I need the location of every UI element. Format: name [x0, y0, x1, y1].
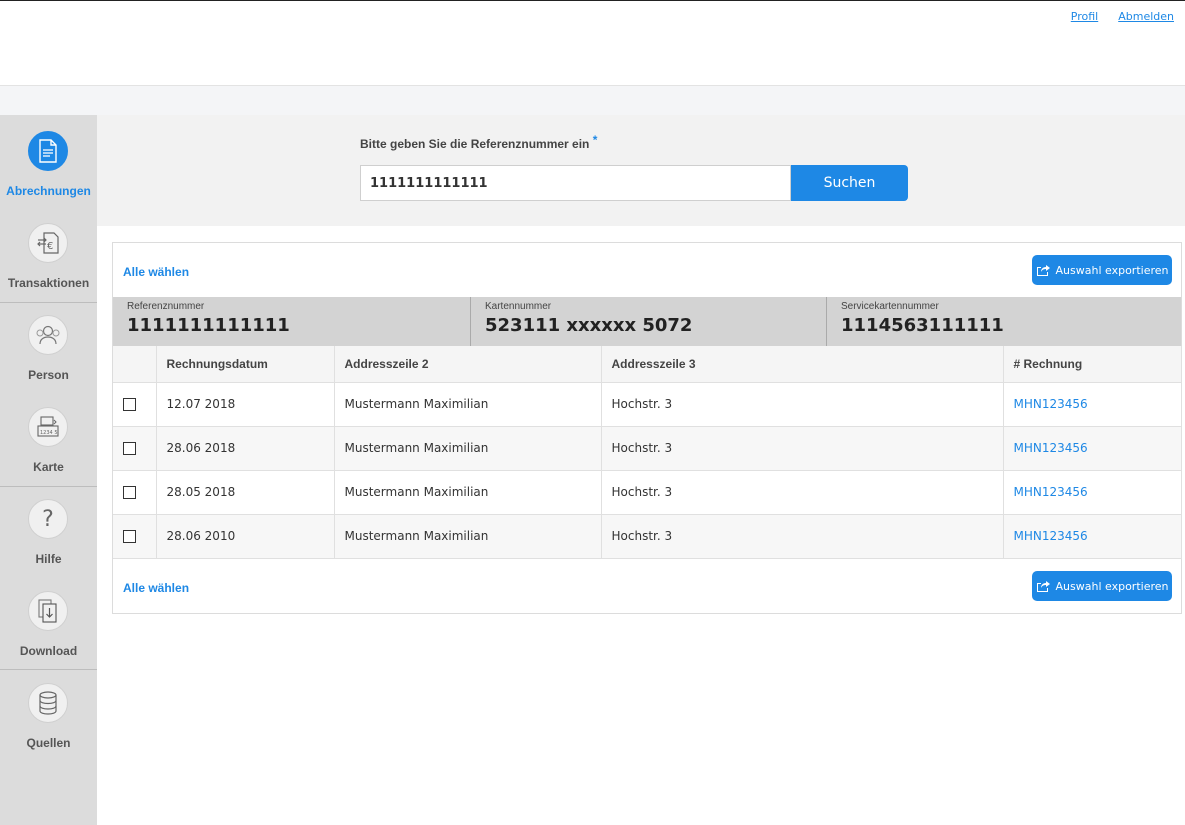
search-button[interactable]: Suchen: [791, 165, 908, 201]
export-selection-button-top[interactable]: Auswahl exportieren: [1032, 255, 1172, 285]
export-icon: [1036, 581, 1050, 592]
column-header-address2[interactable]: Addresszeile 2: [334, 346, 602, 383]
cell-address3: Hochstr. 3: [601, 426, 1004, 471]
profile-link[interactable]: Profil: [1071, 10, 1098, 23]
search-label: Bitte geben Sie die Referenznummer ein *: [360, 133, 597, 151]
card-icon: 1234 5: [28, 407, 68, 447]
sidebar-item-label: Quellen: [26, 736, 71, 750]
transactions-icon: €: [28, 223, 68, 263]
cell-address2: Mustermann Maximilian: [334, 382, 602, 427]
export-selection-button-bottom[interactable]: Auswahl exportieren: [1032, 571, 1172, 601]
cell-date: 28.06 2010: [156, 514, 335, 559]
reference-info: Referenznummer 1111111111111: [113, 297, 470, 346]
row-checkbox[interactable]: [123, 442, 136, 455]
select-all-link-top[interactable]: Alle wählen: [123, 265, 189, 279]
sidebar-item-person[interactable]: Person: [0, 299, 97, 391]
sidebar-item-label: Transaktionen: [7, 276, 90, 290]
table-header-row: Rechnungsdatum Addresszeile 2 Addresszei…: [113, 346, 1182, 383]
service-card-value: 1114563111111: [841, 315, 1004, 336]
cell-address3: Hochstr. 3: [601, 514, 1004, 559]
invoice-link[interactable]: MHN123456: [1003, 426, 1182, 471]
card-number-value: 523111 xxxxxx 5072: [485, 315, 693, 336]
table-row: 28.06 2010 Mustermann Maximilian Hochstr…: [113, 514, 1182, 559]
top-links: Profil Abmelden: [1071, 10, 1174, 23]
invoice-table: Rechnungsdatum Addresszeile 2 Addresszei…: [113, 346, 1182, 559]
invoice-icon: [28, 131, 68, 171]
table-row: 28.06 2018 Mustermann Maximilian Hochstr…: [113, 426, 1182, 471]
svg-text:€: €: [47, 241, 53, 252]
sidebar-item-label: Karte: [33, 460, 64, 474]
row-select-cell: [113, 426, 157, 471]
cell-address2: Mustermann Maximilian: [334, 514, 602, 559]
sidebar-item-label: Abrechnungen: [6, 184, 91, 198]
table-row: 12.07 2018 Mustermann Maximilian Hochstr…: [113, 382, 1182, 427]
invoice-link[interactable]: MHN123456: [1003, 470, 1182, 515]
column-header-address3[interactable]: Addresszeile 3: [601, 346, 1004, 383]
select-all-link-bottom[interactable]: Alle wählen: [123, 581, 189, 595]
sidebar-item-hilfe[interactable]: ? Hilfe: [0, 483, 97, 575]
cell-address2: Mustermann Maximilian: [334, 470, 602, 515]
search-area: Bitte geben Sie die Referenznummer ein *…: [97, 115, 1185, 226]
cell-address3: Hochstr. 3: [601, 382, 1004, 427]
row-select-cell: [113, 470, 157, 515]
search-label-text: Bitte geben Sie die Referenznummer ein: [360, 137, 590, 151]
sidebar-item-quellen[interactable]: Quellen: [0, 667, 97, 759]
reference-number-input[interactable]: [360, 165, 791, 201]
export-label: Auswahl exportieren: [1055, 263, 1169, 277]
reference-label: Referenznummer: [127, 301, 205, 312]
cell-address3: Hochstr. 3: [601, 470, 1004, 515]
header-strip: [0, 86, 1185, 115]
cell-date: 12.07 2018: [156, 382, 335, 427]
select-column-header: [113, 346, 157, 383]
card-info: Kartennummer 523111 xxxxxx 5072: [471, 297, 826, 346]
export-icon: [1036, 265, 1050, 276]
table-row: 28.05 2018 Mustermann Maximilian Hochstr…: [113, 470, 1182, 515]
top-bar: Profil Abmelden: [0, 0, 1185, 86]
sidebar-item-karte[interactable]: 1234 5 Karte: [0, 391, 97, 483]
row-select-cell: [113, 514, 157, 559]
reference-value: 1111111111111: [127, 315, 290, 336]
column-header-date[interactable]: Rechnungsdatum: [156, 346, 335, 383]
row-checkbox[interactable]: [123, 486, 136, 499]
svg-text:1234 5: 1234 5: [40, 430, 58, 436]
results-panel: Alle wählen Auswahl exportieren Referenz…: [112, 242, 1182, 614]
account-info-band: Referenznummer 1111111111111 Kartennumme…: [113, 297, 1181, 346]
sidebar-item-label: Hilfe: [35, 552, 62, 566]
sidebar-item-download[interactable]: Download: [0, 575, 97, 667]
required-mark: *: [592, 133, 598, 147]
person-icon: [28, 315, 68, 355]
sidebar-item-label: Person: [28, 368, 69, 382]
row-select-cell: [113, 382, 157, 427]
row-checkbox[interactable]: [123, 398, 136, 411]
export-label: Auswahl exportieren: [1055, 579, 1169, 593]
logout-link[interactable]: Abmelden: [1118, 10, 1174, 23]
cell-date: 28.05 2018: [156, 470, 335, 515]
invoice-link[interactable]: MHN123456: [1003, 382, 1182, 427]
sidebar: Abrechnungen € Transaktionen Person 1234…: [0, 115, 97, 825]
cell-date: 28.06 2018: [156, 426, 335, 471]
invoice-link[interactable]: MHN123456: [1003, 514, 1182, 559]
download-icon: [28, 591, 68, 631]
sidebar-item-transaktionen[interactable]: € Transaktionen: [0, 207, 97, 299]
help-icon: ?: [28, 499, 68, 539]
service-card-info: Servicekartennummer 1114563111111: [827, 297, 1181, 346]
cell-address2: Mustermann Maximilian: [334, 426, 602, 471]
row-checkbox[interactable]: [123, 530, 136, 543]
service-card-label: Servicekartennummer: [841, 301, 939, 312]
database-icon: [28, 683, 68, 723]
card-number-label: Kartennummer: [485, 301, 552, 312]
sidebar-item-label: Download: [19, 644, 78, 658]
sidebar-item-abrechnungen[interactable]: Abrechnungen: [0, 115, 97, 207]
column-header-invoice[interactable]: # Rechnung: [1003, 346, 1182, 383]
